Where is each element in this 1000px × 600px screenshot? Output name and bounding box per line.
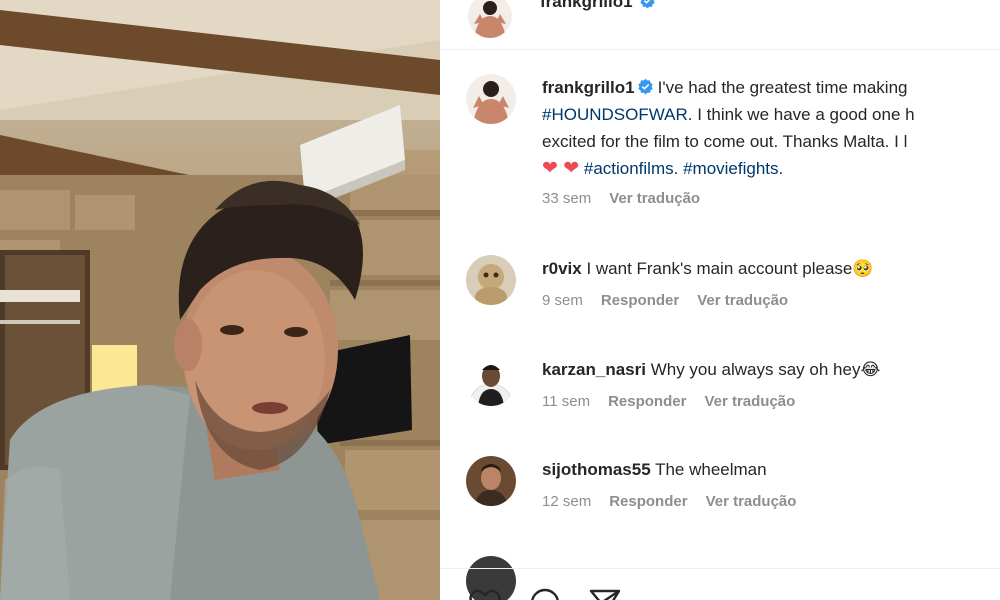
caption-text: . I think we have a good one h xyxy=(687,105,915,124)
see-translation-link[interactable]: Ver tradução xyxy=(704,393,795,410)
see-translation-link[interactable]: Ver tradução xyxy=(706,493,797,510)
caption-meta: 33 sem Ver tradução xyxy=(542,190,915,207)
video-frame-image xyxy=(0,0,440,600)
header-username[interactable]: frankgrillo1 xyxy=(540,0,633,11)
heart-icon[interactable] xyxy=(468,586,502,600)
commenter-avatar[interactable] xyxy=(466,255,516,305)
comment-text: I want Frank's main account please xyxy=(586,259,853,278)
comment-text: The wheelman xyxy=(655,460,767,479)
comment-time[interactable]: 9 sem xyxy=(542,292,583,309)
verified-badge-icon xyxy=(637,78,653,95)
caption-line-4: ❤ ❤ #actionfilms. #moviefights. xyxy=(542,155,915,182)
comment-icon[interactable] xyxy=(528,586,562,600)
see-translation-link[interactable]: Ver tradução xyxy=(609,190,700,207)
hashtag-link[interactable]: #moviefights. xyxy=(683,159,783,178)
caption-username[interactable]: frankgrillo1 xyxy=(542,78,635,97)
caption-avatar[interactable] xyxy=(466,74,516,124)
caption-line-1: frankgrillo1 I've had the greatest time m… xyxy=(542,74,915,101)
commenter-username[interactable]: sijothomas55 xyxy=(542,460,651,479)
commenter-username[interactable]: r0vix xyxy=(542,259,582,278)
author-avatar[interactable] xyxy=(468,0,512,38)
header-username-link[interactable]: frankgrillo1 xyxy=(540,0,660,12)
caption-text: I've had the greatest time making xyxy=(657,78,908,97)
reply-button[interactable]: Responder xyxy=(609,493,687,510)
heart-emoji: ❤ ❤ xyxy=(542,158,580,179)
commenter-avatar[interactable] xyxy=(466,456,516,506)
hashtag-link[interactable]: #actionfilms. xyxy=(584,159,678,178)
share-icon[interactable] xyxy=(588,586,622,600)
see-translation-link[interactable]: Ver tradução xyxy=(697,292,788,309)
commenter-username[interactable]: karzan_nasri xyxy=(542,360,646,379)
commenter-avatar[interactable] xyxy=(466,356,516,406)
post-time[interactable]: 33 sem xyxy=(542,190,591,207)
reply-button[interactable]: Responder xyxy=(601,292,679,309)
post-header: frankgrillo1 xyxy=(440,0,1000,50)
post-media[interactable] xyxy=(0,0,440,600)
comment-emoji: 🥺 xyxy=(852,259,874,278)
post-panel: frankgrillo1 frankgrillo1 I've had the gr… xyxy=(440,0,1000,600)
comment-text: Why you always say oh hey xyxy=(650,360,861,379)
comment-time[interactable]: 11 sem xyxy=(542,393,590,410)
hashtag-link[interactable]: #HOUNDSOFWAR xyxy=(542,105,688,124)
actions-divider xyxy=(440,568,1000,569)
comment-emoji: 😂 xyxy=(860,360,881,379)
comment-time[interactable]: 12 sem xyxy=(542,493,591,510)
caption-text: excited for the film to come out. Thanks… xyxy=(542,132,908,151)
caption-line-3: excited for the film to come out. Thanks… xyxy=(542,128,915,155)
verified-badge-icon xyxy=(640,0,655,9)
reply-button[interactable]: Responder xyxy=(608,393,686,410)
caption-line-2: #HOUNDSOFWAR. I think we have a good one… xyxy=(542,101,915,128)
